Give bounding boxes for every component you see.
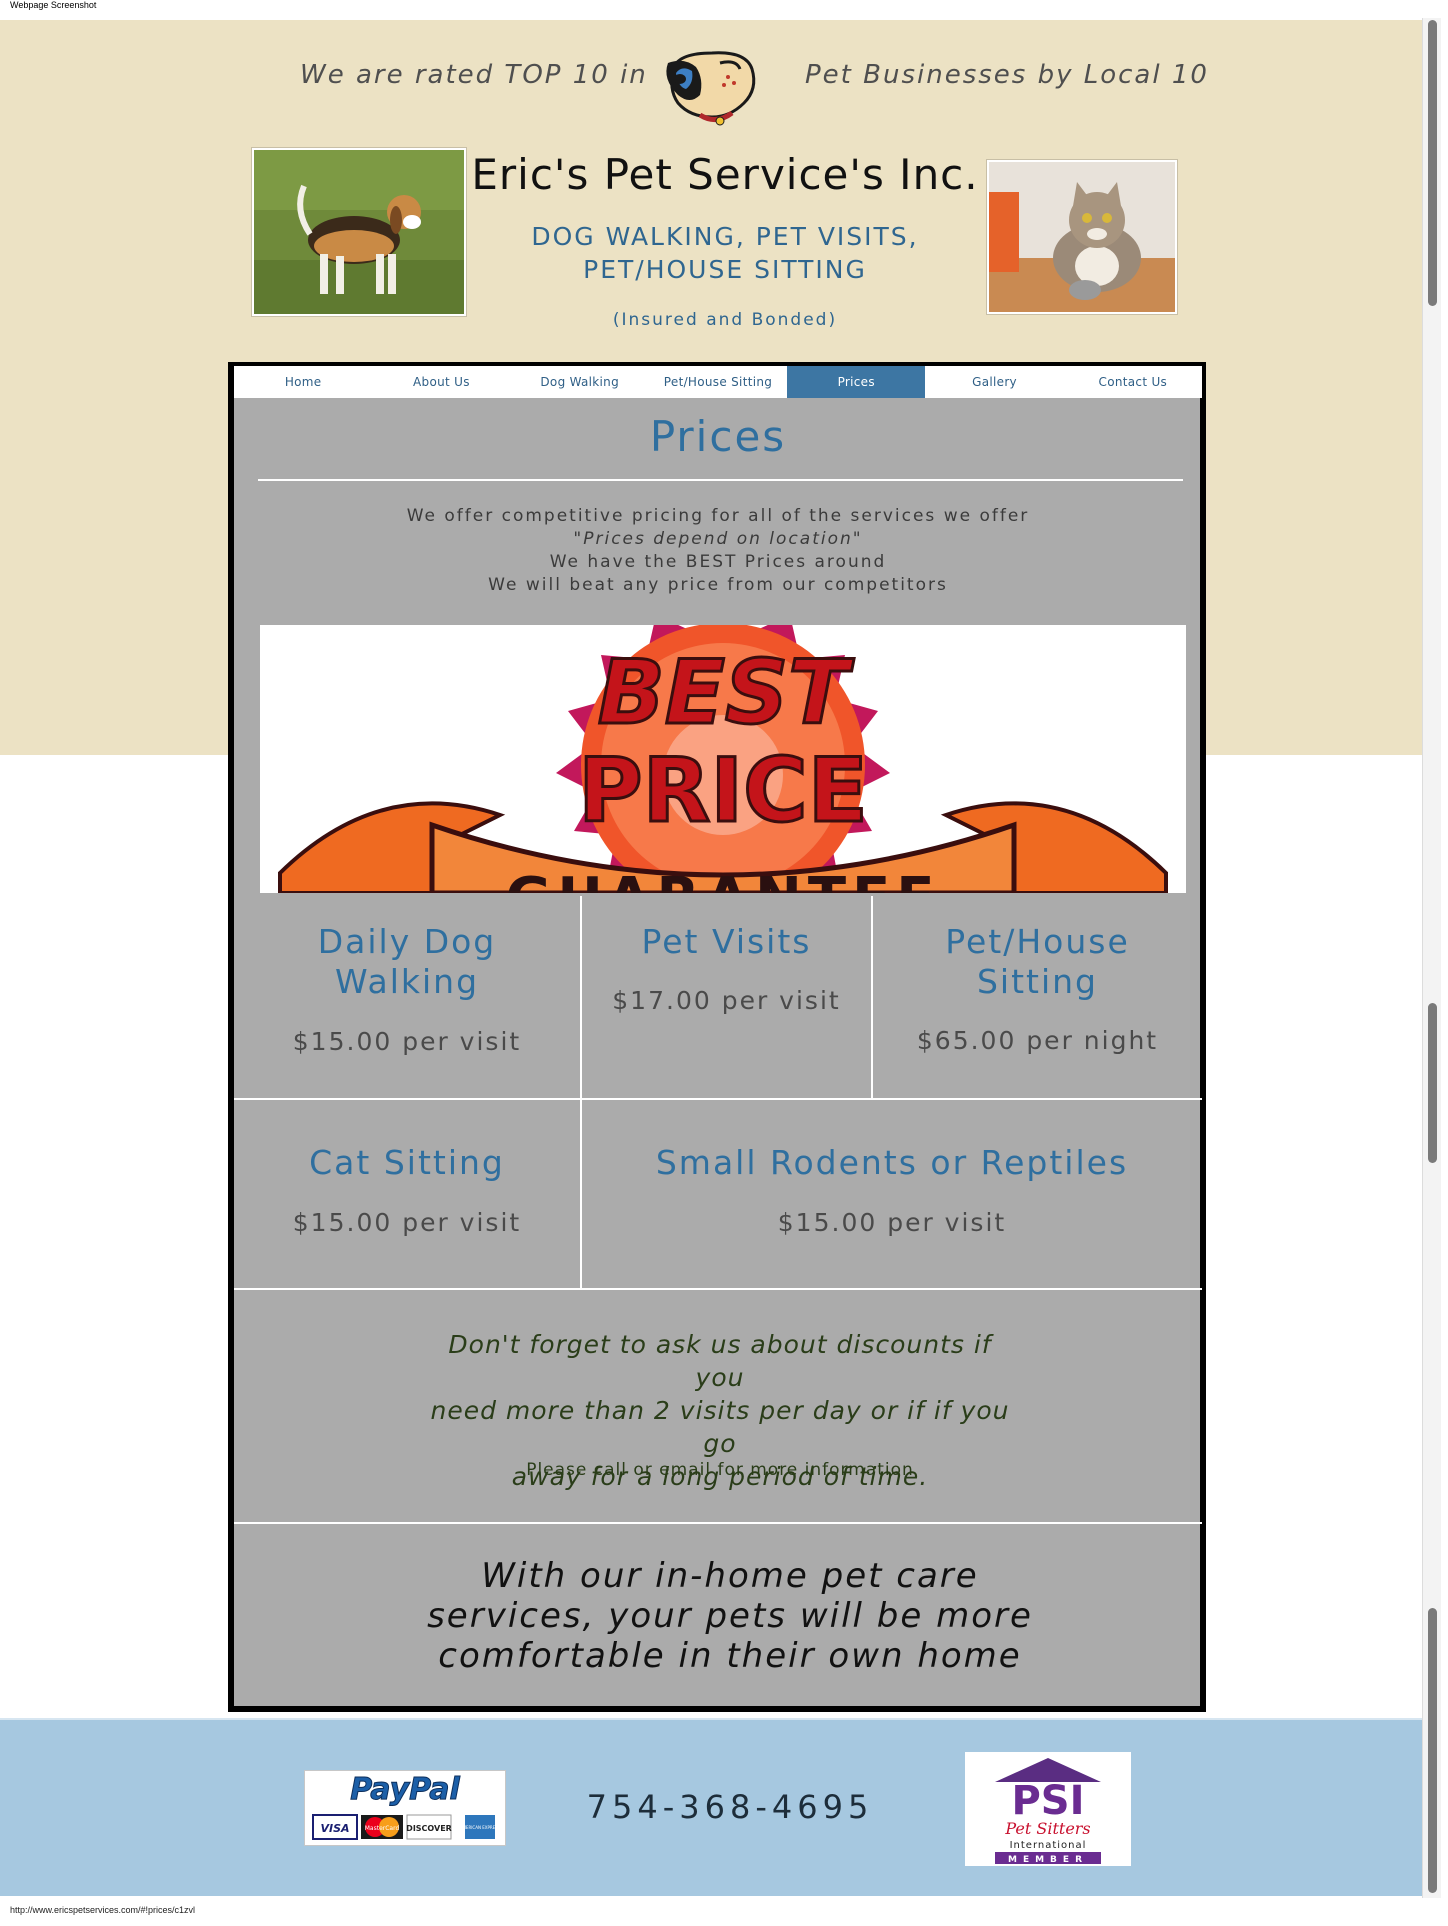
scrollbar-thumb-top[interactable] bbox=[1428, 20, 1437, 306]
service-title-line: Daily Dog bbox=[317, 922, 497, 961]
nav-home[interactable]: Home bbox=[234, 366, 372, 398]
nav-prices[interactable]: Prices bbox=[787, 366, 926, 398]
nav-dog-walking[interactable]: Dog Walking bbox=[511, 366, 649, 398]
card-visa: VISA bbox=[320, 1822, 349, 1835]
services-tagline: DOG WALKING, PET VISITS, PET/HOUSE SITTI… bbox=[470, 220, 980, 286]
dog-logo-icon bbox=[666, 51, 756, 126]
intro-line: "Prices depend on location" bbox=[573, 529, 863, 549]
in-home-care-statement: With our in-home pet care services, your… bbox=[400, 1556, 1060, 1676]
statement-line: comfortable in their own home bbox=[438, 1636, 1022, 1676]
paypal-logo: PayPal bbox=[350, 1772, 460, 1807]
discount-line: need more than 2 visits per day or if if… bbox=[430, 1396, 1010, 1458]
page-title: Prices bbox=[649, 412, 787, 461]
banner-word-best: BEST bbox=[598, 641, 855, 744]
phone-number[interactable]: 754-368-4695 bbox=[560, 1788, 900, 1826]
vertical-scrollbar[interactable] bbox=[1422, 18, 1441, 1898]
best-price-banner: BEST PRICE GUARANTEE bbox=[260, 625, 1186, 893]
service-title-line: Sitting bbox=[976, 962, 1099, 1001]
title-divider bbox=[258, 479, 1183, 481]
intro-line: We have the BEST Prices around bbox=[549, 552, 887, 572]
nav-gallery[interactable]: Gallery bbox=[925, 366, 1063, 398]
psi-logo: PSI bbox=[1011, 1778, 1084, 1824]
statement-line: services, your pets will be more bbox=[427, 1596, 1033, 1636]
statement-line: With our in-home pet care bbox=[481, 1556, 979, 1596]
service-price-pet-house-sitting: $65.00 per night bbox=[916, 1026, 1159, 1055]
intro-line: We offer competitive pricing for all of … bbox=[406, 506, 1030, 526]
services-line: PET/HOUSE SITTING bbox=[583, 255, 867, 284]
psi-name-line: International bbox=[1010, 1840, 1087, 1851]
grid-divider bbox=[234, 1288, 1202, 1290]
card-discover: DISCOVER bbox=[406, 1824, 452, 1833]
service-title-small-rodents-reptiles: Small Rodents or Reptiles bbox=[655, 1143, 1129, 1182]
service-title-line: Walking bbox=[334, 962, 480, 1001]
screenshot-caption: Webpage Screenshot bbox=[10, 0, 97, 10]
scrollbar-thumb-middle[interactable] bbox=[1428, 1003, 1437, 1163]
banner-word-price: PRICE bbox=[578, 739, 868, 842]
psi-member-label: MEMBER bbox=[1008, 1855, 1088, 1865]
psi-member-badge[interactable]: PSI Pet Sitters International MEMBER bbox=[965, 1752, 1131, 1866]
site-title: Eric's Pet Service's Inc. bbox=[471, 150, 979, 199]
pricing-intro: We offer competitive pricing for all of … bbox=[234, 505, 1202, 597]
card-mastercard: MasterCard bbox=[365, 1825, 400, 1832]
rated-text-right: Pet Businesses by Local 10 bbox=[805, 60, 1209, 90]
rated-text-left: We are rated TOP 10 in bbox=[300, 60, 648, 90]
service-price-small-rodents-reptiles: $15.00 per visit bbox=[777, 1208, 1007, 1237]
service-title-daily-dog-walking: Daily Dog Walking bbox=[234, 922, 580, 1002]
grid-divider bbox=[580, 1100, 582, 1288]
paypal-badge[interactable]: PayPal VISA MasterCard DISCOVER AMERICAN… bbox=[304, 1770, 506, 1846]
grid-divider bbox=[234, 1522, 1202, 1524]
service-price-daily-dog-walking: $15.00 per visit bbox=[292, 1027, 522, 1056]
service-title-pet-visits: Pet Visits bbox=[641, 922, 812, 961]
card-amex: AMERICAN EXPRESS bbox=[460, 1825, 501, 1830]
discount-line: Don't forget to ask us about discounts i… bbox=[448, 1330, 992, 1392]
service-title-cat-sitting: Cat Sitting bbox=[309, 1143, 505, 1182]
grid-divider bbox=[234, 1098, 1202, 1100]
service-title-line: Pet/House bbox=[945, 922, 1130, 961]
insured-note: (Insured and Bonded) bbox=[612, 310, 838, 330]
main-nav: Home About Us Dog Walking Pet/House Sitt… bbox=[234, 366, 1202, 398]
scrollbar-thumb-bottom[interactable] bbox=[1428, 1608, 1437, 1893]
nav-pet-house-sitting[interactable]: Pet/House Sitting bbox=[649, 366, 787, 398]
psi-name-line: Pet Sitters bbox=[1004, 1819, 1090, 1838]
service-price-pet-visits: $17.00 per visit bbox=[612, 986, 841, 1015]
call-info-text: Please call or email for more informatio… bbox=[526, 1460, 914, 1480]
banner-word-guarantee: GUARANTEE bbox=[505, 866, 940, 893]
intro-line: We will beat any price from our competit… bbox=[488, 575, 948, 595]
nav-about-us[interactable]: About Us bbox=[372, 366, 510, 398]
nav-contact-us[interactable]: Contact Us bbox=[1064, 366, 1202, 398]
service-price-cat-sitting: $15.00 per visit bbox=[292, 1208, 522, 1237]
services-line: DOG WALKING, PET VISITS, bbox=[531, 222, 919, 251]
status-bar-url: http://www.ericspetservices.com/#!prices… bbox=[10, 1905, 196, 1915]
service-title-pet-house-sitting: Pet/House Sitting bbox=[873, 922, 1202, 1002]
